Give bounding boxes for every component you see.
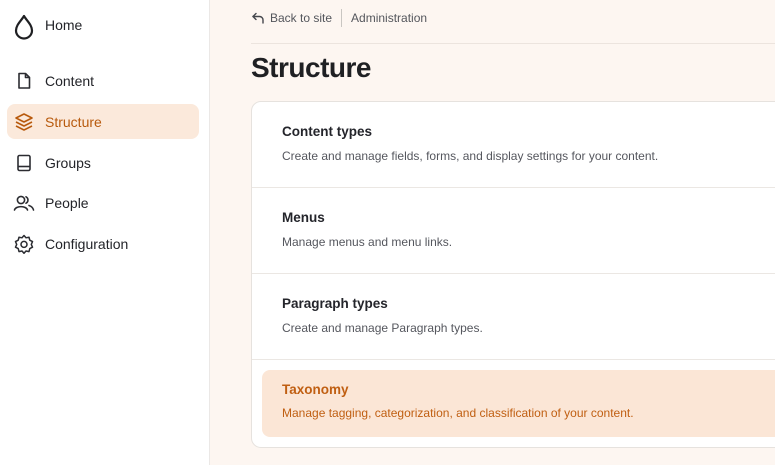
back-to-site-link[interactable]: Back to site <box>270 11 332 25</box>
sidebar-item-structure[interactable]: Structure <box>7 104 199 139</box>
sidebar-item-label: Structure <box>45 113 102 130</box>
structure-item-title: Menus <box>282 210 325 225</box>
structure-item-description: Create and manage Paragraph types. <box>282 321 483 335</box>
structure-item-title: Content types <box>282 124 373 139</box>
structure-list: Content types Create and manage fields, … <box>251 101 775 448</box>
breadcrumb: Back to site Administration <box>251 8 427 28</box>
structure-item-description: Create and manage fields, forms, and dis… <box>282 149 659 163</box>
layers-icon <box>13 111 35 133</box>
sidebar-item-label: Content <box>45 72 95 89</box>
structure-item-description: Manage menus and menu links. <box>282 235 453 249</box>
breadcrumb-administration-link[interactable]: Administration <box>351 11 427 25</box>
page-title: Structure <box>251 52 371 83</box>
back-arrow-icon <box>251 11 265 25</box>
sidebar-item-label: Home <box>45 17 83 33</box>
sidebar-item-content[interactable]: Content <box>7 63 199 98</box>
structure-item-content-types[interactable]: Content types Create and manage fields, … <box>252 102 775 188</box>
drop-icon <box>12 14 36 40</box>
sidebar-item-configuration[interactable]: Configuration <box>7 226 199 261</box>
sidebar: Home Content Structure Groups People Con… <box>0 0 210 465</box>
sidebar-item-home[interactable]: Home <box>7 6 199 44</box>
sidebar-item-label: Groups <box>45 154 91 171</box>
main-content: Back to site Administration Structure Co… <box>210 0 775 465</box>
structure-item-menus[interactable]: Menus Manage menus and menu links. <box>252 188 775 274</box>
structure-item-taxonomy[interactable]: Taxonomy Manage tagging, categorization,… <box>262 370 775 437</box>
people-icon <box>13 192 35 214</box>
header-divider <box>251 43 775 44</box>
sidebar-item-label: Configuration <box>45 235 129 252</box>
sidebar-item-label: People <box>45 194 89 211</box>
structure-item-paragraph-types[interactable]: Paragraph types Create and manage Paragr… <box>252 274 775 360</box>
sidebar-item-groups[interactable]: Groups <box>7 145 199 180</box>
gear-icon <box>13 233 35 255</box>
book-icon <box>13 152 35 174</box>
breadcrumb-divider <box>341 9 343 27</box>
sidebar-item-people[interactable]: People <box>7 185 199 220</box>
structure-item-description: Manage tagging, categorization, and clas… <box>282 406 634 420</box>
structure-item-title: Paragraph types <box>282 296 388 311</box>
document-icon <box>13 70 35 92</box>
structure-item-title: Taxonomy <box>282 382 349 397</box>
